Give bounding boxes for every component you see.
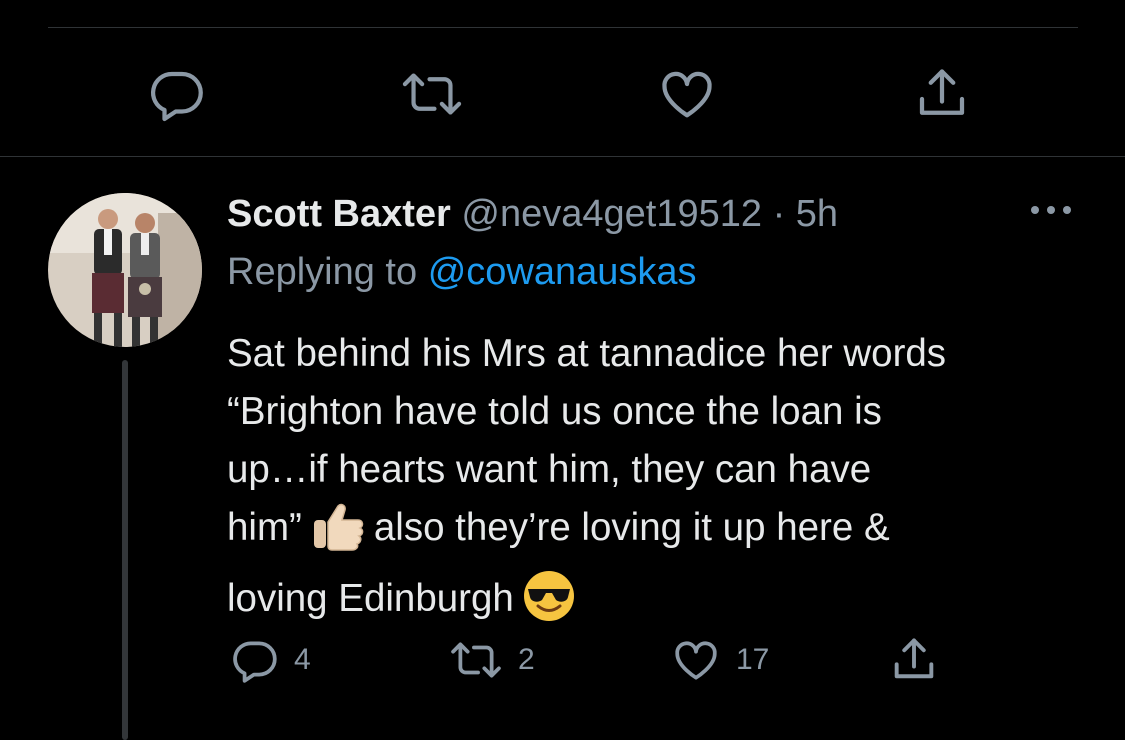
share-icon [919, 69, 965, 115]
reply-icon [233, 641, 277, 683]
text-segment: loving Edinburgh [227, 577, 514, 620]
top-divider [48, 27, 1078, 28]
text-line: Sat behind his Mrs at tannadice her word… [227, 332, 947, 375]
reply-count-button[interactable]: 4 [230, 635, 311, 685]
more-options-icon [1031, 206, 1071, 214]
reply-button[interactable] [145, 62, 209, 126]
timestamp[interactable]: 5h [796, 193, 838, 235]
replying-to: Replying to @cowanauskas [227, 249, 697, 295]
reply-tweet[interactable]: Scott Baxter @neva4get19512 · 5h Replyin… [0, 157, 1125, 740]
share-icon [894, 638, 934, 679]
reply-icon [151, 71, 203, 122]
text-segment: also they’re loving it up here & [373, 506, 890, 549]
retweet-count: 2 [518, 643, 535, 676]
main-tweet-actions [0, 62, 1125, 126]
retweet-button[interactable] [400, 62, 464, 126]
like-icon [675, 641, 717, 680]
author-name[interactable]: Scott Baxter [227, 193, 451, 235]
text-line-with-emoji: loving Edinburgh [227, 569, 1087, 640]
share-reply-button[interactable] [888, 635, 940, 685]
mention-link[interactable]: @cowanauskas [428, 251, 697, 293]
separator: · [772, 193, 786, 235]
author-handle[interactable]: @neva4get19512 [461, 193, 762, 235]
reply-header: Scott Baxter @neva4get19512 · 5h [227, 191, 838, 237]
replying-prefix: Replying to [227, 251, 418, 293]
retweet-count-button[interactable]: 2 [448, 635, 535, 685]
avatar[interactable] [48, 193, 202, 347]
text-segment: him” [227, 506, 302, 549]
text-line: up…if hearts want him, they can have [227, 448, 872, 491]
sunglasses-emoji [522, 569, 576, 640]
like-icon [662, 71, 712, 118]
reply-actions: 4 2 17 [0, 635, 1125, 685]
thumbs-up-emoji [310, 502, 366, 569]
text-line-with-emoji: him” also they’re loving it up here & [227, 499, 1087, 569]
retweet-icon [451, 642, 501, 678]
retweet-icon [402, 73, 462, 115]
like-count: 17 [736, 643, 770, 676]
more-options-button[interactable] [1028, 199, 1074, 221]
share-button[interactable] [910, 62, 974, 126]
reply-count: 4 [294, 643, 311, 676]
text-line: “Brighton have told us once the loan is [227, 390, 882, 433]
tweet-text: Sat behind his Mrs at tannadice her word… [227, 325, 1087, 640]
like-button[interactable] [655, 62, 719, 126]
like-count-button[interactable]: 17 [670, 635, 769, 685]
